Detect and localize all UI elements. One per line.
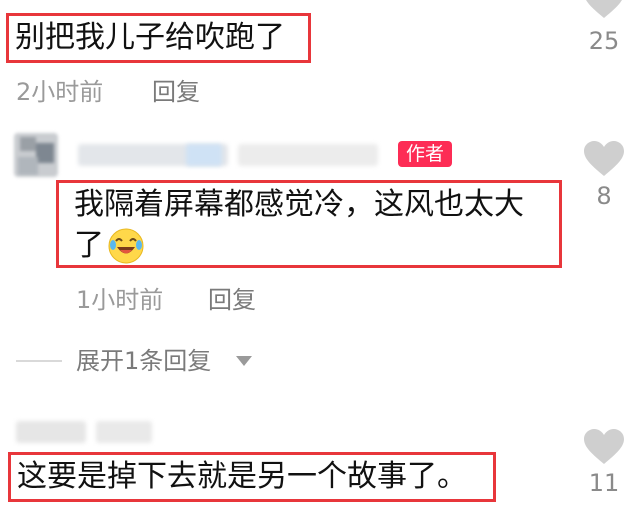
comment-text: 别把我儿子给吹跑了 [15, 20, 285, 55]
comment-timestamp: 1小时前 [76, 286, 164, 314]
comment-text-line1: 我隔着屏幕都感觉冷，这风也太大 [74, 187, 524, 222]
triangle-down-icon[interactable] [234, 354, 254, 368]
expand-replies-button[interactable]: 展开1条回复 [76, 346, 211, 376]
author-badge: 作者 [398, 141, 453, 167]
like-count: 25 [588, 27, 620, 55]
comment-text: 这要是掉下去就是另一个故事了。 [17, 459, 467, 494]
avatar[interactable] [14, 133, 58, 177]
like-heart-icon[interactable] [582, 428, 626, 466]
comment-list: 25 别把我儿子给吹跑了 2小时前 回复 作者 8 我隔着屏幕都感觉冷，这风也太… [0, 0, 641, 510]
username-blurred-extra [96, 421, 152, 443]
expand-divider [16, 360, 62, 362]
username-blurred[interactable] [16, 421, 86, 443]
username-blurred-accent [186, 144, 222, 166]
like-heart-icon[interactable] [582, 140, 626, 178]
like-heart-icon[interactable] [582, 0, 626, 20]
reply-button[interactable]: 回复 [208, 285, 256, 315]
comment-timestamp: 2小时前 [16, 78, 104, 106]
like-count: 8 [596, 182, 612, 210]
comment-text-line2: 了 [74, 228, 104, 263]
like-count: 11 [588, 469, 620, 497]
username-blurred-extra [238, 144, 378, 166]
reply-button[interactable]: 回复 [152, 77, 200, 107]
crying-laughing-emoji-icon [108, 228, 144, 264]
